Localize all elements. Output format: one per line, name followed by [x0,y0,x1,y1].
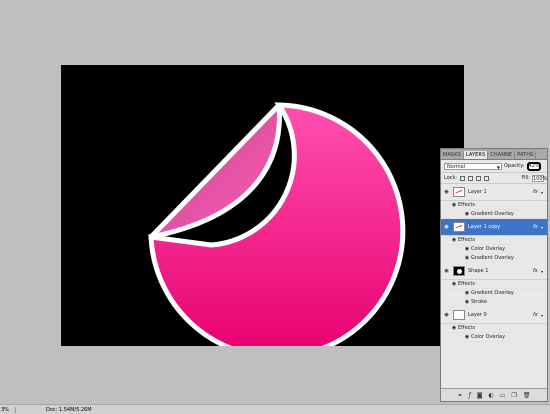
layer-row[interactable]: ◉ Shape 1 fx ▾ [441,263,547,280]
effects-label: Effects [458,281,475,287]
fill-label: Fill: [521,175,530,181]
layer-thumbnail [453,187,465,197]
eye-icon[interactable]: ◉ [463,246,471,252]
lock-all-icon[interactable] [484,175,490,181]
link-icon[interactable]: ⚭ [458,392,463,399]
fx-icon[interactable]: fx [533,189,541,195]
layer-thumbnail [453,310,465,320]
fx-icon[interactable]: fx [533,312,541,318]
panel-tabs: MASKS LAYERS CHANNE PATHS [441,149,547,160]
effects-row[interactable]: ◉ Effects [441,236,547,245]
eye-icon[interactable]: ◉ [443,312,450,318]
tab-paths[interactable]: PATHS [515,151,537,159]
tab-layers[interactable]: LAYERS [463,151,489,159]
blend-opacity-row: Normal ▼ Opacity: 42% [441,160,547,173]
chevron-down-icon[interactable]: ▾ [541,190,547,195]
layer-name: Layer 1 [468,189,487,195]
layer-row-selected[interactable]: ◉ Layer 1 copy fx ▾ [441,219,547,236]
eye-icon[interactable]: ◉ [450,325,458,331]
effect-item[interactable]: ◉ Gradient Overlay [441,289,547,298]
lock-image-icon[interactable] [468,175,474,181]
fill-group: Fill: 100% [521,174,547,182]
effects-row[interactable]: ◉ Effects [441,324,547,333]
eye-icon[interactable]: ◉ [443,189,450,195]
eye-icon[interactable]: ◉ [463,299,471,305]
layers-list: ◉ Layer 1 fx ▾ ◉ Effects ◉ Gradient Overla… [441,184,547,342]
effect-item[interactable]: ◉ Color Overlay [441,333,547,342]
eye-icon[interactable]: ◉ [443,268,450,274]
chevron-down-icon[interactable]: ▾ [541,225,547,230]
document-canvas[interactable] [61,65,464,346]
adjustment-icon[interactable]: ◐ [489,392,494,399]
new-layer-icon[interactable]: ❐ [511,392,516,399]
blend-mode-select[interactable]: Normal ▼ [444,162,502,170]
tab-channels[interactable]: CHANNE [488,151,516,159]
effect-item[interactable]: ◉ Gradient Overlay [441,254,547,263]
effect-item[interactable]: ◉ Stroke [441,298,547,307]
eye-icon[interactable]: ◉ [463,290,471,296]
layer-row[interactable]: ◉ Layer 1 fx ▾ [441,184,547,201]
effects-label: Effects [458,325,475,331]
layer-thumbnail [453,222,465,232]
lock-fill-row: Lock: Fill: 100% [441,173,547,184]
layer-name: Layer 1 copy [468,224,501,230]
effect-label: Gradient Overlay [471,255,514,261]
layer-name: Shape 1 [468,268,489,274]
lock-transparent-icon[interactable] [460,175,466,181]
tab-masks[interactable]: MASKS [441,151,464,159]
effects-label: Effects [458,202,475,208]
effect-label: Stroke [471,299,487,305]
effects-row[interactable]: ◉ Effects [441,280,547,289]
zoom-level[interactable]: 3% [0,406,16,413]
sticker-flap [148,102,282,240]
effect-label: Gradient Overlay [471,290,514,296]
layer-thumbnail [453,266,465,276]
chevron-down-icon[interactable]: ▾ [541,269,547,274]
eye-icon[interactable]: ◉ [450,281,458,287]
chevron-down-icon[interactable]: ▾ [541,313,547,318]
eye-icon[interactable]: ◉ [450,237,458,243]
folder-icon[interactable]: ▭ [500,392,506,399]
effect-item[interactable]: ◉ Gradient Overlay [441,210,547,219]
eye-icon[interactable]: ◉ [443,224,450,230]
fx-icon[interactable]: ƒ [469,392,471,399]
eye-icon[interactable]: ◉ [463,211,471,217]
effect-label: Color Overlay [471,246,506,252]
effects-label: Effects [458,237,475,243]
effect-label: Color Overlay [471,334,506,340]
fill-input[interactable]: 100% [532,174,547,182]
mask-icon[interactable]: ◙ [477,392,483,399]
fx-icon[interactable]: fx [533,268,541,274]
fx-icon[interactable]: fx [533,224,541,230]
effect-item[interactable]: ◉ Color Overlay [441,245,547,254]
trash-icon[interactable]: 🗑 [523,392,531,399]
opacity-label: Opacity: [504,163,525,169]
eye-icon[interactable]: ◉ [463,334,471,340]
opacity-input[interactable]: 42% [526,161,541,171]
lock-position-icon[interactable] [476,175,482,181]
effects-row[interactable]: ◉ Effects [441,201,547,210]
doc-size: Doc: 1.54M/5.26M [46,406,92,413]
sticker-artwork [148,102,406,346]
layer-name: Layer 0 [468,312,487,318]
panel-footer: ⚭ ƒ ◙ ◐ ▭ ❐ 🗑 [441,388,547,401]
lock-label: Lock: [444,175,458,181]
blend-mode-value: Normal [447,163,466,170]
chevron-down-icon: ▼ [496,164,500,170]
layers-panel: MASKS LAYERS CHANNE PATHS Normal ▼ Opaci… [440,148,548,402]
layer-row[interactable]: ◉ Layer 0 fx ▾ [441,307,547,324]
eye-icon[interactable]: ◉ [463,255,471,261]
eye-icon[interactable]: ◉ [450,202,458,208]
effect-label: Gradient Overlay [471,211,514,217]
